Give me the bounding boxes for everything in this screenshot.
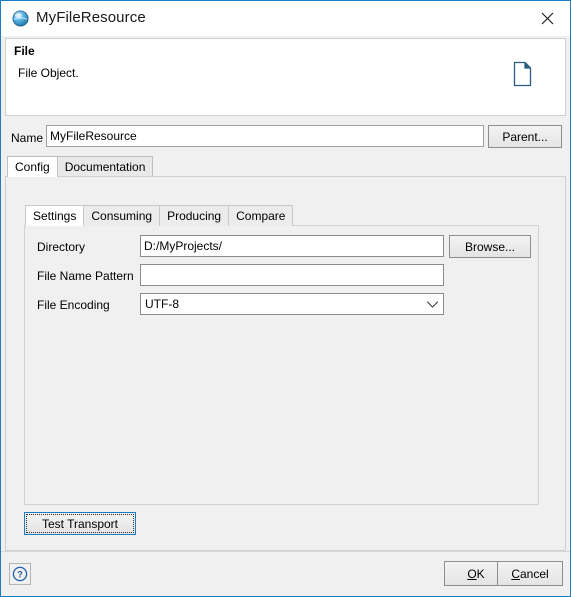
directory-input[interactable] (140, 235, 444, 257)
browse-button[interactable]: Browse... (449, 235, 531, 258)
blue-sphere-icon (12, 10, 29, 27)
tab-compare[interactable]: Compare (228, 205, 294, 226)
help-question-icon[interactable]: ? (9, 563, 31, 585)
test-transport-label: Test Transport (26, 514, 134, 533)
outer-tab-strip: Config Documentation (7, 156, 154, 177)
ok-rest: K (476, 566, 485, 581)
name-label: Name (11, 131, 44, 145)
svg-text:?: ? (17, 569, 23, 579)
header-title: File (14, 44, 35, 58)
close-icon[interactable] (525, 1, 570, 35)
file-name-pattern-label: File Name Pattern (37, 269, 134, 283)
dialog-footer: ? OK Cancel (1, 551, 570, 596)
test-transport-button[interactable]: Test Transport (24, 512, 136, 535)
dialog-window: MyFileResource File File Object. Name Pa… (0, 0, 571, 597)
file-encoding-select[interactable]: UTF-8 (140, 293, 444, 315)
name-input[interactable] (46, 125, 484, 147)
parent-button[interactable]: Parent... (488, 125, 562, 148)
tab-documentation[interactable]: Documentation (56, 156, 154, 177)
window-title: MyFileResource (36, 9, 146, 26)
tab-settings[interactable]: Settings (25, 205, 85, 226)
cancel-rest: ancel (519, 566, 549, 581)
file-encoding-value: UTF-8 (145, 297, 179, 311)
cancel-mnemonic: C (511, 566, 520, 581)
tab-producing[interactable]: Producing (159, 205, 230, 226)
chevron-down-icon[interactable] (421, 294, 443, 314)
title-bar: MyFileResource (1, 1, 570, 36)
tab-config[interactable]: Config (7, 156, 58, 177)
ok-mnemonic: O (467, 566, 477, 581)
file-encoding-label: File Encoding (37, 298, 110, 312)
directory-label: Directory (37, 240, 86, 254)
header-description: File Object. (18, 66, 79, 80)
inner-tab-strip: Settings Consuming Producing Compare (25, 205, 294, 226)
cancel-button[interactable]: Cancel (497, 561, 563, 586)
header-info-panel: File File Object. (5, 38, 566, 116)
tab-consuming[interactable]: Consuming (83, 205, 161, 226)
document-page-icon (513, 61, 533, 87)
file-name-pattern-input[interactable] (140, 264, 444, 286)
